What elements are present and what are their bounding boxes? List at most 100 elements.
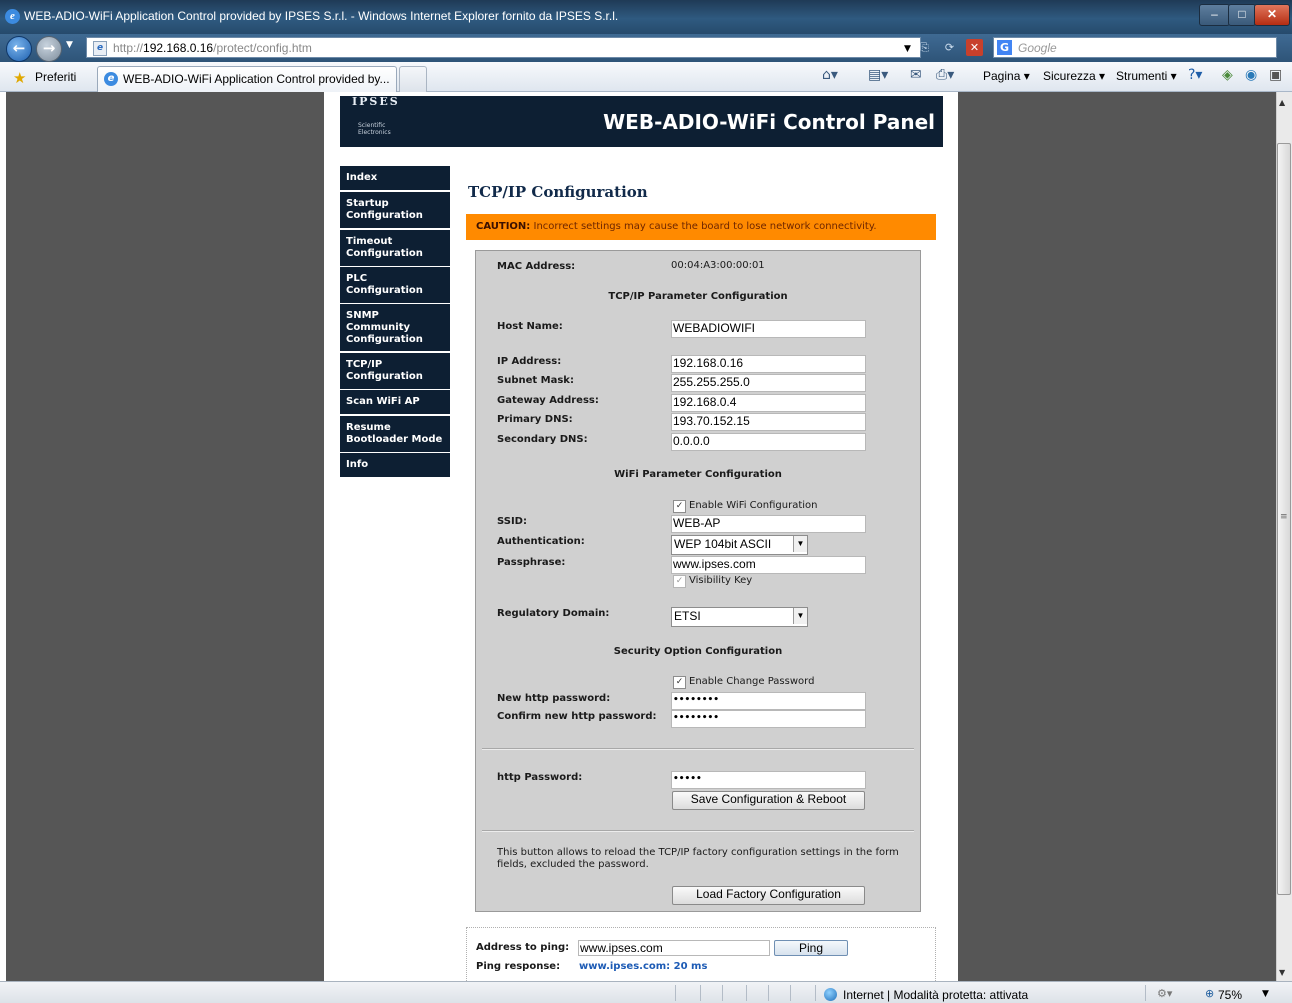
chevron-down-icon[interactable]: ▼: [793, 608, 807, 624]
secondary-dns-label: Secondary DNS:: [497, 434, 588, 445]
feeds-icon[interactable]: ▤▾: [868, 67, 888, 83]
url-path: /protect/config.htm: [213, 41, 312, 55]
gateway-label: Gateway Address:: [497, 395, 599, 406]
scroll-down-arrow-icon[interactable]: ▼: [1279, 968, 1285, 977]
status-bar: [0, 981, 1292, 1003]
internet-zone-icon: [824, 988, 837, 1001]
window-title: WEB-ADIO-WiFi Application Control provid…: [24, 9, 619, 23]
close-window-button[interactable]: ✕: [1254, 4, 1290, 26]
home-icon[interactable]: ⌂▾: [822, 67, 838, 83]
status-divider: [700, 985, 701, 1001]
enable-wifi-checkbox[interactable]: ✓: [673, 500, 686, 513]
url-host: 192.168.0.16: [143, 41, 214, 55]
save-reboot-button[interactable]: Save Configuration & Reboot: [672, 791, 865, 810]
host-label: Host Name:: [497, 321, 563, 332]
safety-menu[interactable]: Sicurezza ▾: [1043, 69, 1105, 83]
divider: [482, 830, 914, 832]
regulatory-domain-selected: ETSI: [674, 609, 701, 623]
load-factory-button[interactable]: Load Factory Configuration: [672, 886, 865, 905]
window-title-bar: e WEB-ADIO-WiFi Application Control prov…: [0, 0, 1292, 34]
address-bar[interactable]: e http://192.168.0.16/protect/config.htm…: [86, 37, 921, 58]
status-text[interactable]: Internet | Modalità protetta: attivata: [843, 988, 1028, 1002]
messenger-icon[interactable]: ◉: [1245, 67, 1257, 83]
enable-change-password-checkbox[interactable]: ✓: [673, 676, 686, 689]
subnet-label: Subnet Mask:: [497, 375, 574, 386]
mail-icon[interactable]: ✉: [910, 67, 922, 83]
tab-label: WEB-ADIO-WiFi Application Control provid…: [123, 72, 390, 86]
refresh-icon[interactable]: ⟳: [941, 39, 958, 56]
ssid-input[interactable]: WEB-AP: [671, 515, 866, 533]
factory-note: This button allows to reload the TCP/IP …: [497, 847, 899, 870]
status-divider: [675, 985, 676, 1001]
mac-value: 00:04:A3:00:00:01: [671, 260, 765, 271]
sidebar-item-index[interactable]: Index: [340, 166, 450, 190]
passphrase-input[interactable]: www.ipses.com: [671, 556, 866, 574]
gateway-input[interactable]: 192.168.0.4: [671, 394, 866, 412]
tools-menu[interactable]: Strumenti ▾: [1116, 69, 1177, 83]
ping-button[interactable]: Ping: [774, 940, 848, 956]
url-scheme: http://: [113, 41, 144, 55]
toolbar-options-icon[interactable]: ▣: [1269, 67, 1282, 83]
subnet-mask-input[interactable]: 255.255.255.0: [671, 374, 866, 392]
page-icon: e: [93, 41, 107, 56]
address-dropdown-icon[interactable]: ▼: [899, 41, 916, 58]
ip-address-input[interactable]: 192.168.0.16: [671, 355, 866, 373]
scroll-up-arrow-icon[interactable]: ▲: [1279, 98, 1285, 107]
security-settings-icon[interactable]: ⚙▾: [1157, 987, 1172, 1000]
zoom-level[interactable]: 75%: [1218, 988, 1242, 1002]
forward-button[interactable]: →: [36, 36, 62, 62]
confirm-password-input[interactable]: ••••••••: [671, 710, 866, 728]
sidebar-item-startup[interactable]: Startup Configuration: [340, 192, 450, 228]
caution-text: Incorrect settings may cause the board t…: [530, 221, 877, 232]
visibility-key-label: Visibility Key: [689, 575, 753, 586]
stop-icon[interactable]: ✕: [966, 39, 983, 56]
chevron-down-icon[interactable]: ▼: [793, 536, 807, 552]
sidebar-item-scan-wifi[interactable]: Scan WiFi AP: [340, 390, 450, 414]
ping-address-label: Address to ping:: [476, 942, 570, 953]
compatibility-icon[interactable]: ⎘: [916, 39, 933, 56]
favorites-star-icon[interactable]: ★: [13, 69, 26, 87]
caution-label: CAUTION:: [476, 221, 531, 232]
research-icon[interactable]: ◈: [1222, 67, 1233, 83]
print-icon[interactable]: ⎙▾: [936, 67, 954, 83]
back-button[interactable]: ←: [6, 36, 32, 62]
primary-dns-input[interactable]: 193.70.152.15: [671, 413, 866, 431]
maximize-button[interactable]: □: [1228, 4, 1256, 26]
history-dropdown-icon[interactable]: ▼: [66, 40, 73, 50]
sidebar-item-tcpip[interactable]: TCP/IP Configuration: [340, 353, 450, 389]
minimize-button[interactable]: –: [1199, 4, 1230, 26]
favorites-button[interactable]: Preferiti: [35, 70, 76, 84]
primary-dns-label: Primary DNS:: [497, 414, 573, 425]
help-icon[interactable]: ?▾: [1188, 67, 1202, 83]
sidebar-item-timeout[interactable]: Timeout Configuration: [340, 230, 450, 266]
ping-address-input[interactable]: www.ipses.com: [578, 940, 770, 956]
status-divider: [768, 985, 769, 1001]
sidebar-item-bootloader[interactable]: Resume Bootloader Mode: [340, 416, 450, 452]
authentication-select[interactable]: WEP 104bit ASCII ▼: [671, 535, 808, 555]
divider: [482, 748, 914, 750]
zoom-dropdown-icon[interactable]: ▼: [1262, 989, 1269, 999]
new-tab-button[interactable]: [399, 66, 427, 92]
address-url[interactable]: http://192.168.0.16/protect/config.htm: [113, 41, 312, 55]
caution-banner: CAUTION: Incorrect settings may cause th…: [466, 214, 936, 240]
search-input[interactable]: G Google: [993, 37, 1277, 58]
ping-response-label: Ping response:: [476, 961, 561, 972]
search-icon[interactable]: ⌕▾: [1256, 37, 1270, 52]
authentication-selected: WEP 104bit ASCII: [674, 537, 772, 551]
sidebar-item-info[interactable]: Info: [340, 453, 450, 477]
regulatory-domain-select[interactable]: ETSI ▼: [671, 607, 808, 627]
page-menu[interactable]: Pagina ▾: [983, 69, 1030, 83]
new-password-input[interactable]: ••••••••: [671, 692, 866, 710]
zoom-icon[interactable]: ⊕: [1205, 987, 1214, 1000]
tcpip-section-title: TCP/IP Parameter Configuration: [608, 291, 788, 302]
sidebar-item-plc[interactable]: PLC Configuration: [340, 267, 450, 303]
logo-subtitle: Scientific Electronics: [358, 122, 391, 136]
regulatory-domain-label: Regulatory Domain:: [497, 608, 610, 619]
status-divider: [1145, 985, 1146, 1001]
http-password-input[interactable]: •••••: [671, 771, 866, 789]
host-name-input[interactable]: WEBADIOWIFI: [671, 320, 866, 338]
browser-tab[interactable]: e WEB-ADIO-WiFi Application Control prov…: [97, 66, 397, 92]
visibility-key-checkbox[interactable]: ✓: [673, 575, 686, 588]
secondary-dns-input[interactable]: 0.0.0.0: [671, 433, 866, 451]
sidebar-item-snmp[interactable]: SNMP Community Configuration: [340, 304, 450, 351]
